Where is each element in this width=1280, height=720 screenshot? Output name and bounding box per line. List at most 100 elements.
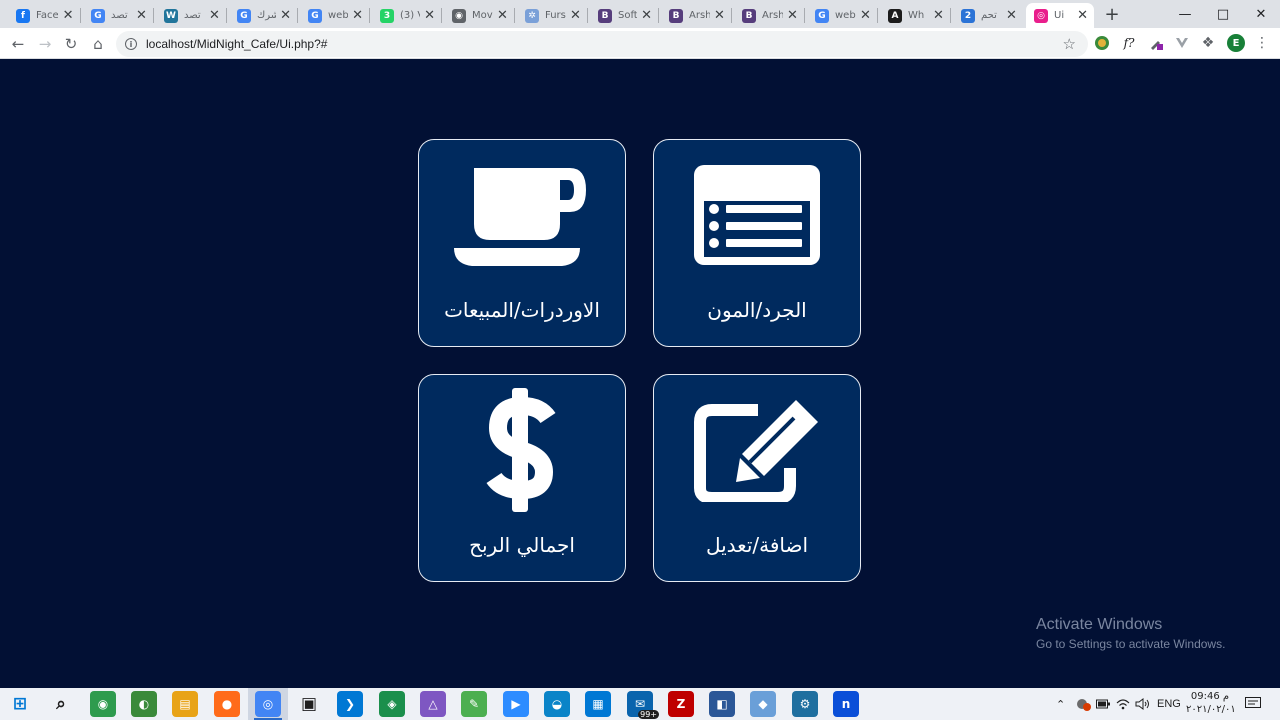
tab-separator: [514, 8, 515, 23]
tab-close-icon[interactable]: ✕: [641, 8, 652, 23]
tab-separator: [877, 8, 878, 23]
language-indicator[interactable]: ENG: [1157, 688, 1181, 720]
page-content: الاوردرات/المبيعات الجرد/المون اجمالي ال…: [0, 60, 1280, 688]
address-bar[interactable]: i localhost/MidNight_Cafe/Ui.php?# ☆: [116, 31, 1088, 57]
back-button[interactable]: ←: [5, 31, 31, 57]
wifi-icon[interactable]: [1116, 688, 1130, 720]
tab-close-icon[interactable]: ✕: [933, 8, 944, 23]
tab-close-icon[interactable]: ✕: [209, 8, 220, 23]
app-cube-icon[interactable]: ◆: [750, 691, 776, 717]
new-tab-button[interactable]: +: [1100, 3, 1124, 25]
gear-icon: ✲: [525, 8, 539, 23]
app-paint-icon[interactable]: ✎: [461, 691, 487, 717]
app-green-icon[interactable]: ◉: [90, 691, 116, 717]
extension-vue-icon[interactable]: [1173, 34, 1191, 52]
vscode-icon[interactable]: ❯: [337, 691, 363, 717]
browser-tab[interactable]: A Wh ✕: [880, 3, 951, 28]
tab-close-icon[interactable]: ✕: [1077, 8, 1088, 23]
zoom-icon[interactable]: ▶: [503, 691, 529, 717]
profile-avatar[interactable]: E: [1227, 34, 1245, 52]
browser-tab[interactable]: ◎ Ui ✕: [1026, 3, 1094, 28]
forward-button[interactable]: →: [32, 31, 58, 57]
app-android-icon[interactable]: ◈: [379, 691, 405, 717]
show-hidden-icons-button[interactable]: ⌃: [1056, 688, 1065, 720]
add-edit-label: اضافة/تعديل: [705, 533, 809, 557]
browser-tab[interactable]: G شرك ✕: [229, 3, 298, 28]
minimize-button[interactable]: —: [1166, 0, 1204, 28]
tab-title: تصد: [111, 10, 128, 21]
browser-tab[interactable]: ◉ Mov ✕: [444, 3, 515, 28]
windows-start-icon[interactable]: ⊞: [7, 691, 33, 717]
tab-close-icon[interactable]: ✕: [62, 8, 74, 23]
app-n-icon[interactable]: n: [833, 691, 859, 717]
maximize-button[interactable]: □: [1204, 0, 1242, 28]
tab-separator: [297, 8, 298, 23]
browser-tab[interactable]: 3 (3) V ✕: [372, 3, 442, 28]
extensions-puzzle-icon[interactable]: ❖: [1199, 34, 1217, 52]
app-globe-icon[interactable]: ◐: [131, 691, 157, 717]
browser-tab[interactable]: f Face ✕: [8, 3, 81, 28]
tab-close-icon[interactable]: ✕: [860, 8, 871, 23]
google-icon: G: [91, 8, 105, 23]
tab-close-icon[interactable]: ✕: [1006, 8, 1017, 23]
tab-title: Face: [36, 10, 59, 21]
tab-close-icon[interactable]: ✕: [570, 8, 581, 23]
app-box-icon[interactable]: ◧: [709, 691, 735, 717]
tab-close-icon[interactable]: ✕: [787, 8, 798, 23]
extension-eyedropper-icon[interactable]: [1147, 34, 1165, 52]
mail-icon[interactable]: ✉ 99+: [627, 691, 659, 719]
orders-sales-label: الاوردرات/المبيعات: [444, 298, 600, 322]
tab-close-icon[interactable]: ✕: [714, 8, 725, 23]
edit-icon: [654, 375, 860, 525]
browser-tab[interactable]: W تصد ✕: [156, 3, 227, 28]
total-profit-card[interactable]: اجمالي الربح: [418, 374, 626, 582]
tab-title: Arsh: [689, 10, 710, 21]
visual-studio-icon[interactable]: △: [420, 691, 446, 717]
reload-button[interactable]: ↻: [58, 31, 84, 57]
browser-tab[interactable]: 2 تحم ✕: [953, 3, 1023, 28]
taskbar-clock[interactable]: 09:46 م ٢٠٢١/٠٢/٠١: [1186, 690, 1236, 716]
battery-icon[interactable]: [1096, 688, 1110, 720]
edge-icon[interactable]: ◒: [544, 691, 570, 717]
tab-close-icon[interactable]: ✕: [424, 8, 435, 23]
store-icon[interactable]: ▦: [585, 691, 611, 717]
extension-function-icon[interactable]: f?: [1120, 34, 1138, 52]
inventory-card[interactable]: الجرد/المون: [653, 139, 861, 347]
volume-icon[interactable]: [1135, 688, 1151, 720]
extension-globe-icon[interactable]: [1093, 34, 1111, 52]
browser-tab[interactable]: ✲ Furs ✕: [517, 3, 588, 28]
close-window-button[interactable]: ✕: [1242, 0, 1280, 28]
bookmark-star-icon[interactable]: ☆: [1063, 35, 1076, 53]
browser-tab[interactable]: G تصد ✕: [83, 3, 154, 28]
tab-separator: [226, 8, 227, 23]
orders-sales-card[interactable]: الاوردرات/المبيعات: [418, 139, 626, 347]
activate-windows-subtitle: Go to Settings to activate Windows.: [1036, 637, 1226, 651]
firefox-icon[interactable]: ●: [214, 691, 240, 717]
notifications-icon[interactable]: [1245, 688, 1261, 720]
tab-close-icon[interactable]: ✕: [497, 8, 508, 23]
bootstrap-icon: B: [598, 8, 612, 23]
terminal-icon[interactable]: ▣: [296, 691, 322, 717]
home-button[interactable]: ⌂: [85, 31, 111, 57]
add-edit-card[interactable]: اضافة/تعديل: [653, 374, 861, 582]
tab-close-icon[interactable]: ✕: [136, 8, 147, 23]
network-error-icon[interactable]: [1075, 688, 1091, 720]
settings-icon[interactable]: ⚙: [792, 691, 818, 717]
chrome-icon[interactable]: ◎: [255, 691, 281, 717]
browser-tab[interactable]: Gweb ✕: [300, 3, 370, 28]
tab-title: Arsh: [762, 10, 783, 21]
filezilla-icon[interactable]: Z: [668, 691, 694, 717]
browser-tab[interactable]: B Soft ✕: [590, 3, 659, 28]
site-info-icon[interactable]: i: [125, 38, 137, 50]
tab-close-icon[interactable]: ✕: [352, 8, 363, 23]
list-icon: [654, 140, 860, 290]
tab-close-icon[interactable]: ✕: [280, 8, 291, 23]
tab-separator: [80, 8, 81, 23]
browser-tab[interactable]: B Arsh ✕: [734, 3, 805, 28]
browser-tab[interactable]: Gweb ✕: [807, 3, 878, 28]
facebook-icon: f: [16, 8, 30, 23]
search-icon[interactable]: ⌕: [48, 691, 74, 717]
browser-menu-icon[interactable]: ⋮: [1253, 34, 1271, 52]
file-explorer-icon[interactable]: ▤: [172, 691, 198, 717]
browser-tab[interactable]: B Arsh ✕: [661, 3, 732, 28]
